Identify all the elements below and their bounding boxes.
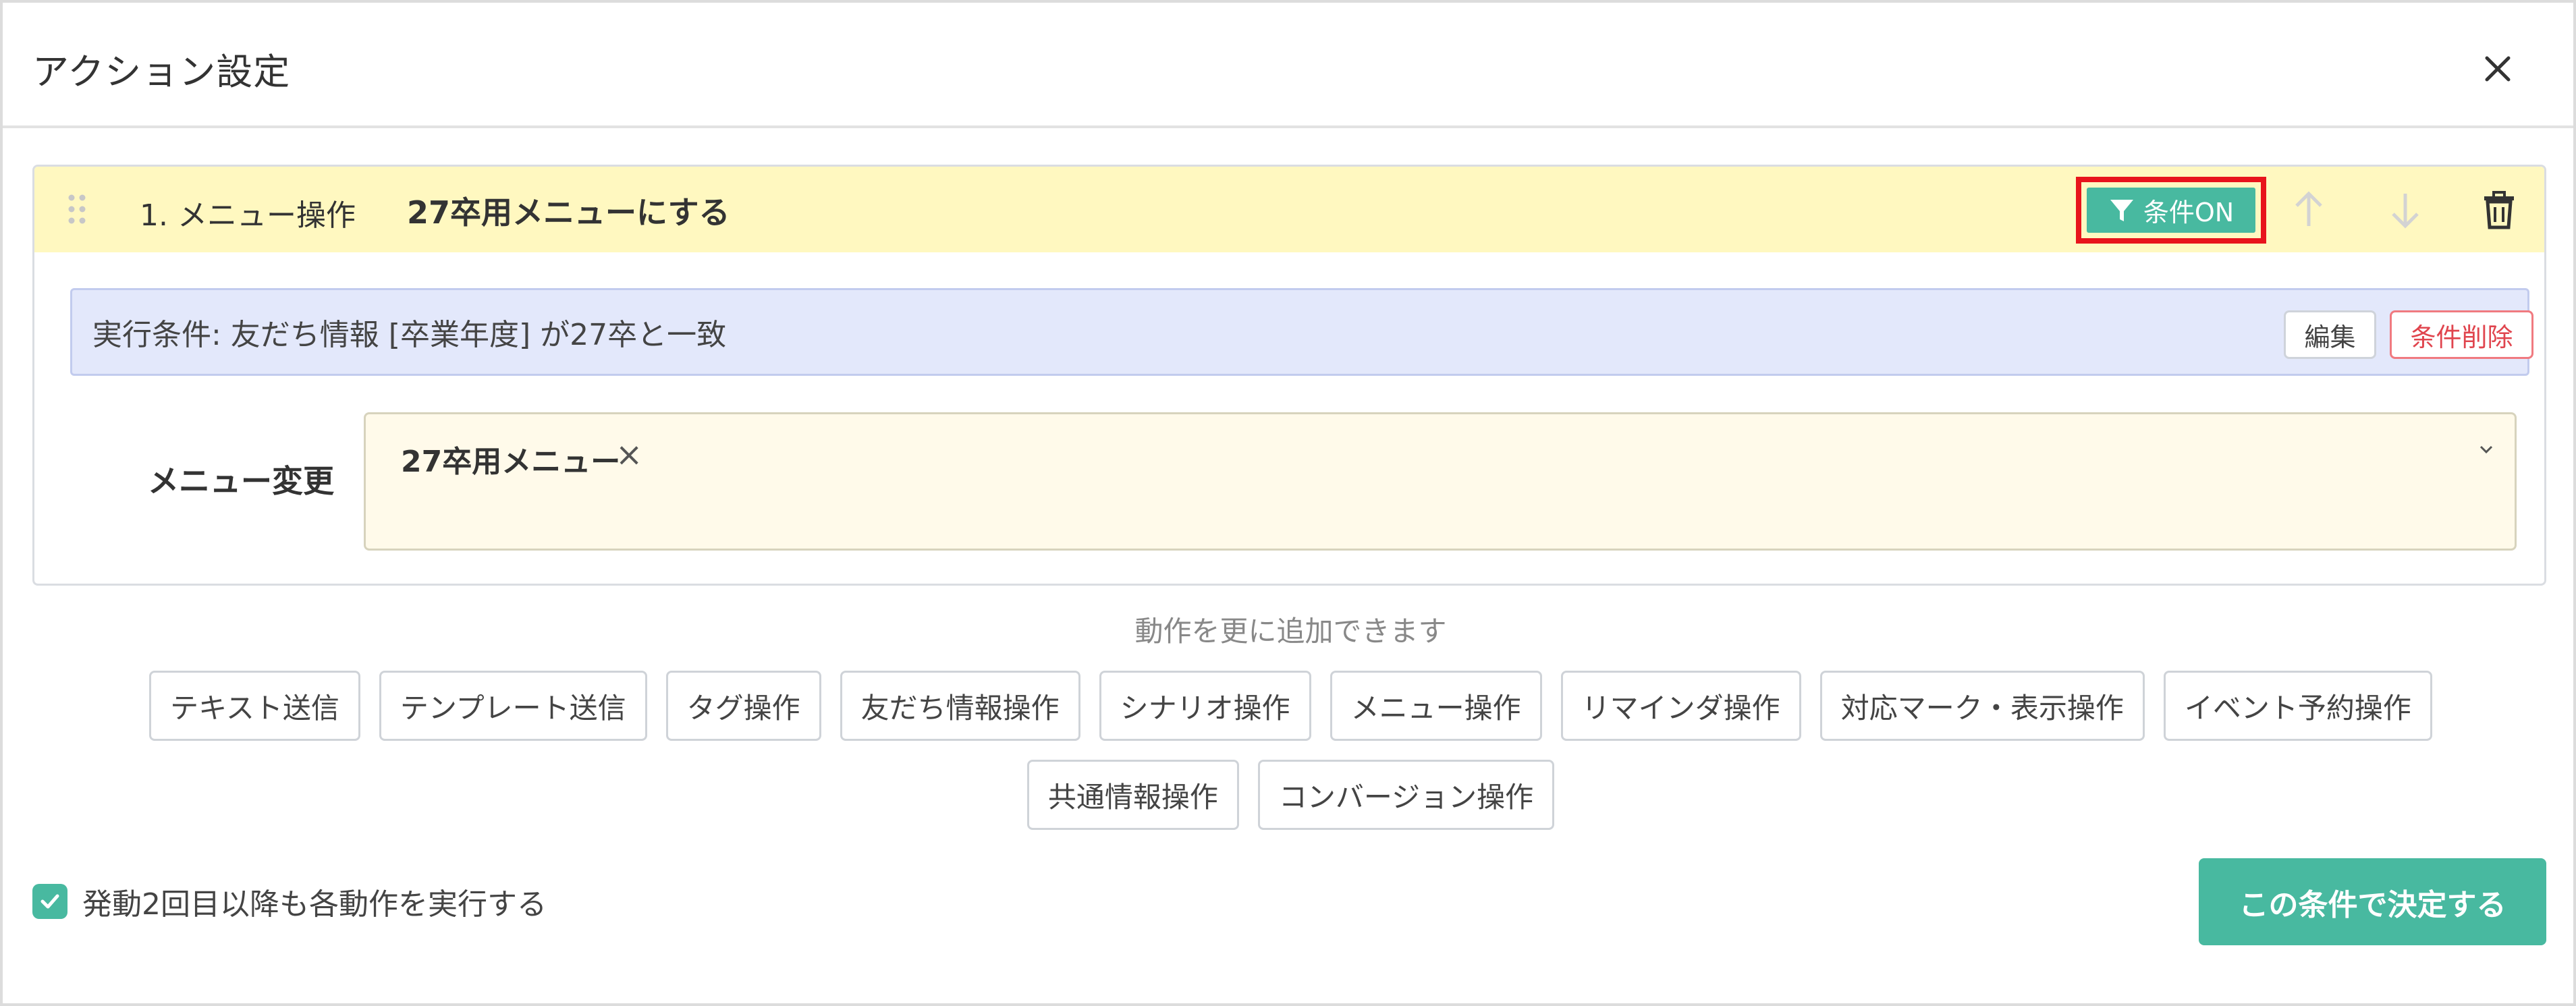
op-reminder-button[interactable]: リマインダ操作 — [1560, 671, 1801, 741]
repeat-checkbox-label: 発動2回目以降も各動作を実行する — [82, 887, 547, 922]
condition-on-button[interactable]: 条件ON — [2087, 188, 2255, 233]
arrow-up-icon[interactable] — [2287, 188, 2330, 231]
add-operation-hint: 動作を更に追加できます — [1134, 615, 1447, 648]
action-header: 1. メニュー操作 27卒用メニューにする 条件ON — [34, 167, 2544, 252]
menu-select[interactable]: 27卒用メニュー × — [364, 412, 2517, 551]
selected-menu-chip: 27卒用メニュー — [401, 445, 621, 479]
menu-change-label: メニュー変更 — [148, 463, 334, 499]
action-settings-dialog: アクション設定 1. メニュー操作 27卒用メニューにする 条件ON 実行条件:… — [0, 0, 2576, 1006]
operation-row-1: テキスト送信 テンプレート送信 タグ操作 友だち情報操作 シナリオ操作 メニュー… — [3, 671, 2576, 741]
trash-icon[interactable] — [2477, 188, 2521, 231]
condition-text: 実行条件: 友だち情報 [卒業年度] が27卒と一致 — [92, 318, 727, 352]
op-event-reservation-button[interactable]: イベント予約操作 — [2163, 671, 2432, 741]
action-card: 1. メニュー操作 27卒用メニューにする 条件ON 実行条件: 友だち情報 [… — [32, 165, 2546, 586]
op-friend-info-button[interactable]: 友だち情報操作 — [840, 671, 1080, 741]
repeat-checkbox-row: 発動2回目以降も各動作を実行する — [32, 880, 547, 923]
check-icon — [40, 894, 59, 909]
action-name: 27卒用メニューにする — [407, 194, 730, 231]
chevron-down-icon — [2479, 445, 2493, 454]
operation-row-2: 共通情報操作 コンバージョン操作 — [3, 760, 2576, 830]
op-menu-button[interactable]: メニュー操作 — [1330, 671, 1542, 741]
close-icon[interactable] — [2477, 49, 2518, 89]
op-template-send-button[interactable]: テンプレート送信 — [379, 671, 647, 741]
op-scenario-button[interactable]: シナリオ操作 — [1099, 671, 1311, 741]
op-conversion-button[interactable]: コンバージョン操作 — [1257, 760, 1555, 830]
repeat-checkbox[interactable] — [32, 884, 67, 919]
filter-icon — [2110, 199, 2133, 221]
condition-on-label: 条件ON — [2143, 198, 2235, 227]
edit-condition-button[interactable]: 編集 — [2284, 310, 2376, 359]
drag-handle-icon[interactable] — [67, 192, 87, 226]
remove-menu-icon[interactable]: × — [615, 436, 642, 474]
arrow-down-icon[interactable] — [2384, 188, 2427, 231]
op-tag-button[interactable]: タグ操作 — [665, 671, 821, 741]
op-mark-display-button[interactable]: 対応マーク・表示操作 — [1819, 671, 2145, 741]
dialog-header: アクション設定 — [3, 3, 2573, 128]
delete-condition-button[interactable]: 条件削除 — [2390, 310, 2533, 359]
action-number: 1. メニュー操作 — [140, 198, 356, 233]
dialog-title: アクション設定 — [32, 51, 291, 93]
submit-button[interactable]: この条件で決定する — [2199, 858, 2546, 945]
op-common-info-button[interactable]: 共通情報操作 — [1026, 760, 1239, 830]
condition-box: 実行条件: 友だち情報 [卒業年度] が27卒と一致 編集 条件削除 — [70, 288, 2533, 376]
condition-on-highlight: 条件ON — [2076, 177, 2266, 244]
op-text-send-button[interactable]: テキスト送信 — [149, 671, 360, 741]
